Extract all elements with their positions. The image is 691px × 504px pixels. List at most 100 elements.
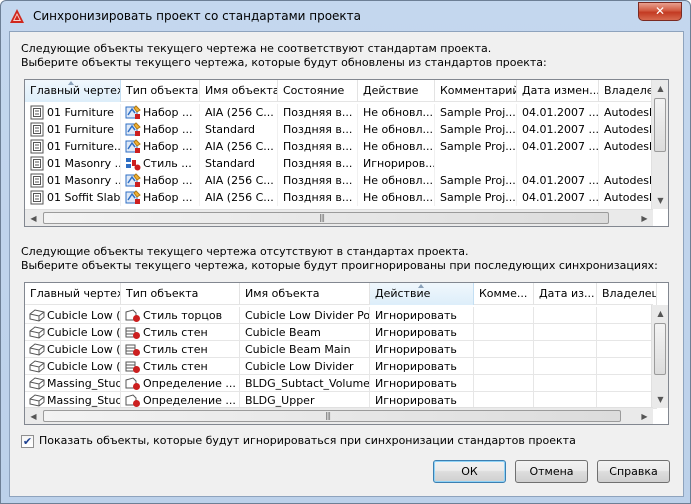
table-row[interactable]: 01 Furniture... Набор ... AIA (256 C... Поз… (25, 138, 659, 155)
cell-comment: Sample Proj... (435, 121, 517, 138)
top-horizontal-scrollbar[interactable]: ◀ ||| ▶ (25, 209, 653, 226)
cell-text: Игнориров... (363, 157, 435, 170)
scroll-down-icon[interactable]: ▼ (652, 192, 668, 209)
cell-type: Стиль стен (121, 341, 240, 358)
cell-comment (474, 324, 534, 341)
table-row[interactable]: Cubicle Low (8) Стиль стен Cubicle Low Div… (25, 358, 657, 375)
column-header-object-type[interactable]: Тип объекта (121, 283, 240, 305)
cell-text: 04.01.2007 ... (522, 123, 599, 136)
scroll-left-icon[interactable]: ◀ (25, 408, 42, 424)
scroll-up-icon[interactable]: ▲ (652, 305, 668, 322)
scroll-right-icon[interactable]: ▶ (636, 408, 653, 424)
cancel-button[interactable]: Отмена (515, 460, 588, 483)
cell-text: 04.01.2007 ... (522, 191, 599, 204)
top-vertical-thumb[interactable] (654, 98, 666, 152)
table-row[interactable]: 01 Furniture Набор ... AIA (256 C... Поздня… (25, 104, 659, 121)
definition-style-icon (125, 393, 141, 408)
cell-action: Не обновл... (358, 189, 435, 206)
bottom-vertical-scrollbar[interactable]: ▲ ▼ (651, 305, 668, 408)
help-button[interactable]: Справка (597, 460, 670, 483)
cell-comment (435, 155, 517, 172)
show-ignored-label[interactable]: Показать объекты, которые будут игнориро… (39, 434, 576, 447)
cell-text: Cubicle Low (8) (47, 309, 121, 322)
cell-text: Sample Proj... (440, 123, 516, 136)
column-header-action[interactable]: Действие (358, 80, 435, 102)
cell-text: AIA (256 C... (205, 191, 274, 204)
column-header-date[interactable]: Дата измен... (517, 80, 599, 102)
table-row[interactable]: 01 Masonry ... Стиль ... Standard Поздняя в… (25, 155, 659, 172)
cell-text: Cubicle Beam (245, 326, 321, 339)
cell-name: Standard (200, 155, 278, 172)
cell-owner: Autodesk (599, 121, 659, 138)
ok-button[interactable]: ОК (433, 460, 506, 483)
table-row[interactable]: Cubicle Low (8) Стиль стен Cubicle Beam Игн… (25, 324, 657, 341)
cell-text: Набор ... (143, 106, 193, 119)
cell-text: Поздняя в... (283, 191, 353, 204)
column-header-object-type[interactable]: Тип объекта (121, 80, 200, 102)
cell-text: Sample Proj... (440, 140, 516, 153)
table-row[interactable]: Cubicle Low (8) Стиль торцов Cubicle Low D… (25, 307, 657, 324)
cell-master: 01 Soffit Slabs (25, 189, 121, 206)
bottom-grid-header: Главный чертеж Тип объекта Имя объекта Д… (25, 283, 657, 305)
scroll-left-icon[interactable]: ◀ (25, 210, 42, 226)
column-header-date[interactable]: Дата из... (534, 283, 597, 305)
cell-owner: Autodesk (599, 104, 659, 121)
cell-master: 01 Furniture... (25, 138, 121, 155)
cell-comment: Sample Proj... (435, 138, 517, 155)
bottom-horizontal-scrollbar[interactable]: ◀ ||| ▶ (25, 407, 653, 424)
column-header-owner[interactable]: Владелец (599, 80, 659, 102)
style-set-icon (125, 105, 141, 120)
table-row[interactable]: 01 Furniture Набор ... Standard Поздняя в..… (25, 121, 659, 138)
cell-action: Не обновл... (358, 121, 435, 138)
cell-comment (474, 341, 534, 358)
cell-text: Cubicle Low Divider Post (245, 309, 370, 322)
cell-type: Стиль торцов (121, 307, 240, 324)
column-header-comment[interactable]: Комментарий (435, 80, 517, 102)
table-row[interactable]: Massing_Study Определение ... BLDG_Subtact… (25, 375, 657, 392)
scroll-down-icon[interactable]: ▼ (652, 391, 668, 408)
block-icon (29, 393, 45, 408)
cell-text: 04.01.2007 ... (522, 174, 599, 187)
top-grid-header: Главный чертеж Тип объекта Имя объекта С… (25, 80, 659, 102)
cell-text: Autodesk (604, 191, 656, 204)
cell-type: Определение ... (121, 375, 240, 392)
column-header-state[interactable]: Состояние (278, 80, 358, 102)
column-header-object-name[interactable]: Имя объекта (240, 283, 370, 305)
scroll-right-icon[interactable]: ▶ (636, 210, 653, 226)
column-header-owner[interactable]: Владелец (597, 283, 657, 305)
block-icon (29, 376, 45, 391)
cell-date: 04.01.2007 ... (517, 138, 599, 155)
style-set-icon (125, 122, 141, 137)
missing-objects-grid[interactable]: Главный чертеж Тип объекта Имя объекта Д… (24, 282, 669, 425)
show-ignored-checkbox[interactable]: ✔ (21, 435, 34, 448)
title-bar[interactable]: Синхронизировать проект со стандартами п… (1, 1, 690, 31)
cell-master: Cubicle Low (8) (25, 324, 121, 341)
scroll-up-icon[interactable]: ▲ (652, 80, 668, 97)
bottom-vertical-thumb[interactable] (654, 323, 666, 375)
top-vertical-scrollbar[interactable]: ▲ ▼ (651, 80, 668, 209)
close-button[interactable]: ✕ (638, 2, 682, 21)
column-header-master-drawing[interactable]: Главный чертеж (25, 283, 121, 305)
cell-text: Игнорировать (375, 377, 457, 390)
cell-text: Стиль ... (143, 157, 192, 170)
table-row[interactable]: 01 Soffit Slabs Набор ... AIA (256 C... Поз… (25, 189, 659, 206)
column-header-object-name[interactable]: Имя объекта (200, 80, 278, 102)
cell-master: 01 Furniture (25, 104, 121, 121)
cell-owner: Autodesk (599, 172, 659, 189)
cell-text: Не обновл... (363, 191, 433, 204)
top-horizontal-thumb[interactable]: ||| (43, 212, 609, 224)
nonconforming-objects-grid[interactable]: Главный чертеж Тип объекта Имя объекта С… (24, 79, 669, 227)
table-row[interactable]: 01 Masonry ... Набор ... AIA (256 C... Позд… (25, 172, 659, 189)
cell-date (534, 307, 597, 324)
sort-arrow-icon (418, 284, 424, 288)
cell-comment (474, 307, 534, 324)
bottom-horizontal-thumb[interactable]: ||| (43, 410, 621, 422)
cell-type: Стиль ... (121, 155, 200, 172)
cell-text: Игнорировать (375, 309, 457, 322)
cell-master: 01 Furniture (25, 121, 121, 138)
cell-text: Поздняя в... (283, 140, 353, 153)
cell-text: Не обновл... (363, 174, 433, 187)
column-header-comment[interactable]: Комме... (474, 283, 534, 305)
table-row[interactable]: Cubicle Low (8) Стиль стен Cubicle Beam Ma… (25, 341, 657, 358)
cell-text: 01 Furniture... (47, 140, 121, 153)
